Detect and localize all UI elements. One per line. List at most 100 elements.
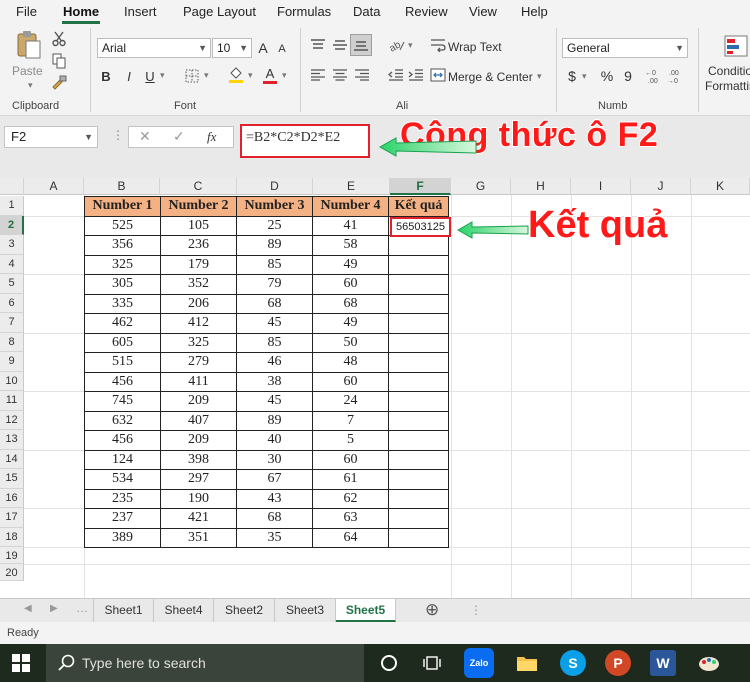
table-cell[interactable] (388, 293, 449, 314)
table-cell[interactable]: 58 (312, 235, 389, 256)
table-cell[interactable]: 46 (236, 352, 313, 373)
table-cell[interactable]: 352 (160, 274, 237, 295)
paste-button[interactable]: Paste (12, 64, 43, 78)
sheet-tab-sheet3[interactable]: Sheet3 (275, 599, 336, 622)
table-cell[interactable]: 412 (160, 313, 237, 334)
add-sheet-icon[interactable]: ⊕ (425, 600, 439, 620)
row-header[interactable]: 20 (0, 564, 24, 581)
chevron-down-icon[interactable]: ▾ (204, 70, 209, 81)
decrease-decimal-icon[interactable]: .00 →0 (666, 66, 686, 86)
table-cell[interactable]: 325 (160, 332, 237, 353)
sheet-tab-sheet4[interactable]: Sheet4 (154, 599, 214, 622)
table-cell[interactable]: 60 (312, 449, 389, 470)
menu-review[interactable]: Review (405, 4, 448, 19)
align-right-icon[interactable] (352, 66, 372, 84)
more-options-icon[interactable]: ⋮ (112, 128, 124, 142)
table-cell[interactable] (388, 371, 449, 392)
table-cell[interactable]: 237 (84, 508, 161, 529)
formula-input[interactable]: =B2*C2*D2*E2 (240, 124, 370, 158)
row-header[interactable]: 2 (0, 215, 24, 235)
row-header[interactable]: 18 (0, 527, 24, 547)
table-cell[interactable]: 89 (236, 235, 313, 256)
sheet-tab-sheet2[interactable]: Sheet2 (214, 599, 275, 622)
align-center-icon[interactable] (330, 66, 350, 84)
wrap-text-icon[interactable] (430, 36, 446, 54)
chevron-down-icon[interactable]: ▾ (582, 71, 587, 82)
table-cell[interactable]: 35 (236, 527, 313, 548)
table-cell[interactable]: 351 (160, 527, 237, 548)
number-format-dropdown[interactable]: General ▼ (562, 38, 688, 58)
table-cell[interactable]: 45 (236, 313, 313, 334)
row-header[interactable]: 12 (0, 410, 24, 430)
header-cell-number-3[interactable]: Number 3 (236, 196, 313, 217)
table-cell[interactable]: 525 (84, 215, 161, 236)
row-header[interactable]: 13 (0, 430, 24, 450)
windows-start-icon[interactable] (8, 650, 34, 676)
table-cell[interactable]: 421 (160, 508, 237, 529)
column-header-f[interactable]: F (390, 178, 451, 195)
table-cell[interactable]: 605 (84, 332, 161, 353)
table-cell[interactable]: 38 (236, 371, 313, 392)
table-cell[interactable]: 85 (236, 254, 313, 275)
table-cell[interactable]: 40 (236, 430, 313, 451)
table-cell[interactable]: 64 (312, 527, 389, 548)
table-cell[interactable]: 43 (236, 488, 313, 509)
table-cell[interactable]: 60 (312, 274, 389, 295)
table-cell[interactable] (388, 449, 449, 470)
header-cell-result[interactable]: Kết quả (388, 196, 449, 217)
copy-icon[interactable] (50, 52, 68, 70)
table-cell[interactable]: 67 (236, 469, 313, 490)
menu-home[interactable]: Home (63, 4, 99, 19)
table-cell[interactable] (388, 332, 449, 353)
chevron-down-icon[interactable]: ▾ (282, 70, 287, 81)
font-name-dropdown[interactable]: Arial ▼ (97, 38, 211, 58)
table-cell[interactable]: 209 (160, 430, 237, 451)
table-cell[interactable]: 49 (312, 313, 389, 334)
table-cell[interactable]: 25 (236, 215, 313, 236)
bold-button[interactable]: B (97, 66, 115, 86)
chevron-down-icon[interactable]: ▾ (248, 70, 253, 81)
name-box[interactable]: F2 ▼ (4, 126, 98, 148)
table-cell[interactable] (388, 488, 449, 509)
row-header[interactable]: 6 (0, 293, 24, 313)
align-top-icon[interactable] (308, 36, 328, 54)
table-cell[interactable]: 48 (312, 352, 389, 373)
table-cell[interactable] (388, 508, 449, 529)
align-left-icon[interactable] (308, 66, 328, 84)
cell-f2-result[interactable]: 56503125 (390, 217, 451, 237)
chevron-down-icon[interactable]: ▾ (408, 40, 413, 51)
cortana-icon[interactable] (376, 650, 402, 676)
table-cell[interactable]: 124 (84, 449, 161, 470)
cut-icon[interactable] (50, 30, 68, 48)
more-options-icon[interactable]: ⋮ (470, 603, 482, 617)
table-cell[interactable]: 534 (84, 469, 161, 490)
more-sheets-icon[interactable]: … (76, 601, 88, 615)
insert-function-button[interactable]: fx (207, 129, 216, 145)
table-cell[interactable] (388, 235, 449, 256)
cancel-icon[interactable]: ✕ (139, 128, 151, 145)
table-cell[interactable]: 398 (160, 449, 237, 470)
conditional-formatting-icon[interactable] (722, 32, 750, 60)
row-header[interactable]: 7 (0, 313, 24, 333)
merge-center-icon[interactable] (430, 66, 446, 84)
increase-decimal-icon[interactable]: ←0.00 (644, 66, 664, 86)
header-cell-number-2[interactable]: Number 2 (160, 196, 237, 217)
row-header[interactable]: 4 (0, 254, 24, 274)
header-cell-number-1[interactable]: Number 1 (84, 196, 161, 217)
table-cell[interactable]: 49 (312, 254, 389, 275)
shrink-font-button[interactable]: A (275, 40, 289, 58)
borders-icon[interactable] (182, 66, 202, 86)
table-cell[interactable] (388, 254, 449, 275)
table-cell[interactable] (388, 313, 449, 334)
menu-formulas[interactable]: Formulas (277, 4, 331, 19)
comma-style-button[interactable]: 9 (620, 66, 636, 86)
row-header[interactable]: 8 (0, 332, 24, 352)
powerpoint-icon[interactable]: P (605, 650, 631, 676)
table-cell[interactable] (388, 527, 449, 548)
table-cell[interactable]: 30 (236, 449, 313, 470)
paint-icon[interactable] (696, 650, 722, 676)
format-painter-icon[interactable] (50, 74, 68, 92)
row-header[interactable]: 16 (0, 488, 24, 508)
sheet-tab-sheet5[interactable]: Sheet5 (336, 599, 396, 622)
conditional-formatting-button[interactable]: Conditio (708, 64, 750, 78)
